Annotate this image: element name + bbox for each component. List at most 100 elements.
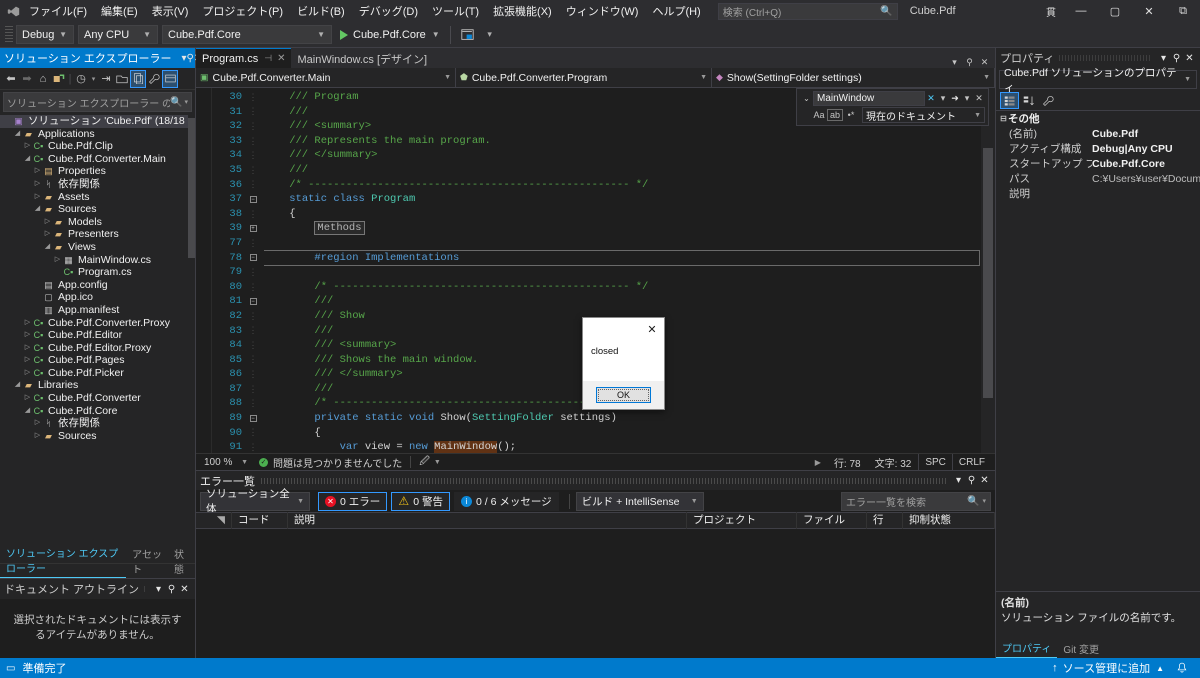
messages-filter-button[interactable]: i 0 / 6 メッセージ xyxy=(454,491,559,511)
collapse-region-icon[interactable]: − xyxy=(249,298,257,306)
tree-item[interactable]: ◢ ▰ Views xyxy=(0,241,195,254)
tree-item[interactable]: ▷ C▪ Cube.Pdf.Pages xyxy=(0,354,195,367)
property-value[interactable]: Cube.Pdf xyxy=(1092,128,1200,140)
find-input[interactable]: MainWindow xyxy=(813,90,925,106)
column-header-suppression[interactable]: 抑制状態 xyxy=(903,512,995,529)
property-value[interactable]: C:¥Users¥user¥Documents xyxy=(1092,173,1200,185)
collapse-all-icon[interactable]: ⇥ xyxy=(98,70,114,88)
column-header-sort-icon[interactable]: ◥ xyxy=(196,512,232,529)
outlining-margin[interactable]: ⋮⋮⋮⋮⋮⋮⋮−⋮+⋮−⋮⋮−⋮⋮⋮⋮⋮⋮⋮−⋮⋮⋮⋮⋮⋮⋮⋮⋮−⋮⋮⋮⋮⋮⋮⋮… xyxy=(246,88,260,453)
error-list-search-input[interactable]: エラー一覧を検索 🔍 ▾ xyxy=(841,491,991,511)
drag-dots[interactable] xyxy=(144,586,147,592)
pin-icon[interactable]: ⚲ xyxy=(962,57,977,68)
tree-item[interactable]: ▷ C▪ Cube.Pdf.Editor xyxy=(0,329,195,342)
expand-icon[interactable]: ▷ xyxy=(53,254,62,267)
navbar-member-combo[interactable]: ◆ Show(SettingFolder settings) ▼ xyxy=(712,67,995,88)
ok-button[interactable]: OK xyxy=(596,387,651,403)
collapse-icon[interactable]: ⊟ xyxy=(999,114,1008,123)
tree-item[interactable]: ▷ ▤ Properties xyxy=(0,165,195,178)
code-line[interactable]: /// xyxy=(264,294,981,309)
expand-icon[interactable]: ▷ xyxy=(33,191,42,204)
drag-dots[interactable] xyxy=(1059,55,1152,61)
expand-icon[interactable]: ▷ xyxy=(23,329,32,342)
tree-item[interactable]: ▷ C▪ Cube.Pdf.Converter xyxy=(0,392,195,405)
close-icon[interactable]: ✕ xyxy=(978,475,991,486)
code-line[interactable]: { xyxy=(264,207,981,222)
tree-item[interactable]: ▤ App.config xyxy=(0,279,195,292)
solution-explorer-search-input[interactable]: ソリューション エクスプローラー の検索 (Ctrl+;) 🔍 ▾ xyxy=(3,92,192,112)
tree-item[interactable]: ◢ C▪ Cube.Pdf.Converter.Main xyxy=(0,153,195,166)
collapse-icon[interactable]: ◢ xyxy=(23,405,32,418)
pin-icon[interactable]: ⚲ xyxy=(965,475,978,486)
close-icon[interactable]: ✕ xyxy=(277,53,285,64)
expand-icon[interactable]: ▷ xyxy=(23,140,32,153)
tree-item[interactable]: C▪ Program.cs xyxy=(0,266,195,279)
find-next-icon[interactable]: ➜ xyxy=(949,93,961,104)
code-line[interactable]: /// Represents the main program. xyxy=(264,134,981,149)
tree-item[interactable]: ▷ ▰ Sources xyxy=(0,430,195,443)
expand-icon[interactable]: ▷ xyxy=(33,165,42,178)
chevron-down-icon[interactable]: ▾ xyxy=(952,475,965,486)
show-all-files-icon[interactable] xyxy=(114,70,130,88)
chevron-down-icon[interactable]: ▾ xyxy=(1157,53,1170,64)
chevron-down-icon[interactable]: ▾ xyxy=(947,57,962,68)
tree-item[interactable]: ◢ ▰ Libraries xyxy=(0,379,195,392)
code-line[interactable]: /* -------------------------------------… xyxy=(264,178,981,193)
collapse-icon[interactable]: ◢ xyxy=(33,203,42,216)
dock-tab-properties[interactable]: プロパティ xyxy=(996,642,1058,658)
errors-filter-button[interactable]: ✕ 0 エラー xyxy=(318,491,388,511)
toolbar-grip[interactable] xyxy=(5,25,13,44)
ime-indicator[interactable]: 貫 xyxy=(1038,0,1064,22)
properties-grid[interactable]: ⊟ その他 (名前) Cube.Pdf アクティブ構成 Debug|Any CPU スタ… xyxy=(996,111,1200,591)
notifications-button[interactable] xyxy=(1170,662,1194,674)
error-list-body[interactable] xyxy=(196,529,995,658)
pin-icon[interactable]: ⚲ xyxy=(1170,53,1183,64)
platform-combo[interactable]: Any CPU ▼ xyxy=(78,25,158,44)
tree-item[interactable]: ▷ ▰ Presenters xyxy=(0,228,195,241)
expand-icon[interactable]: ▷ xyxy=(23,354,32,367)
global-search-box[interactable]: 検索 (Ctrl+Q) 🔍 xyxy=(717,2,898,20)
chevron-down-icon[interactable]: ▾ xyxy=(152,584,165,595)
code-line[interactable]: static class Program xyxy=(264,192,981,207)
column-header-code[interactable]: コード xyxy=(232,512,288,529)
navbar-type-combo[interactable]: ⬟ Cube.Pdf.Converter.Program ▼ xyxy=(456,67,712,88)
expand-icon[interactable]: ▷ xyxy=(23,392,32,405)
wrench-icon[interactable] xyxy=(146,70,162,88)
collapse-icon[interactable]: ◢ xyxy=(13,379,22,392)
solution-explorer-view-icon[interactable] xyxy=(162,69,178,88)
property-row[interactable]: (名前) Cube.Pdf xyxy=(996,126,1200,141)
use-regex-icon[interactable]: •* xyxy=(843,110,859,120)
menu-edit[interactable]: 編集(E) xyxy=(94,1,145,21)
code-line[interactable] xyxy=(264,265,981,280)
error-scope-combo[interactable]: ソリューション全体 ▼ xyxy=(200,488,310,515)
quick-find-widget[interactable]: ⌄ MainWindow ✕ ▾ ➜ ▾ ✕ Aa ab •* 現在のドキュメン… xyxy=(796,88,989,126)
categorized-icon[interactable] xyxy=(1000,92,1019,109)
close-icon[interactable]: ✕ xyxy=(973,93,985,104)
property-pages-icon[interactable] xyxy=(1038,92,1057,109)
line-ending-indicator[interactable]: CRLF xyxy=(951,453,991,471)
outlining-cell[interactable]: ⋮ xyxy=(246,396,260,411)
configuration-combo[interactable]: Debug ▼ xyxy=(16,25,74,44)
chevron-down-icon[interactable]: ▾ xyxy=(937,93,949,104)
property-row[interactable]: 説明 xyxy=(996,186,1200,201)
collapse-icon[interactable]: ◢ xyxy=(43,241,52,254)
collapse-region-icon[interactable]: − xyxy=(249,195,257,203)
tab-mainwindow-design[interactable]: MainWindow.cs [デザイン] xyxy=(291,48,434,68)
message-box-dialog[interactable]: ✕ closed OK xyxy=(582,317,665,410)
outlining-cell[interactable]: ⋮ xyxy=(246,440,260,453)
build-filter-combo[interactable]: ビルド + IntelliSense ▼ xyxy=(575,491,704,511)
outlining-cell[interactable]: ⋮ xyxy=(246,207,260,222)
chevron-down-icon[interactable]: ▼ xyxy=(432,30,440,39)
tree-item[interactable]: ▢ App.ico xyxy=(0,291,195,304)
collapse-icon[interactable]: ◢ xyxy=(23,153,32,166)
outlining-cell[interactable]: − xyxy=(246,411,260,426)
expand-icon[interactable]: ▷ xyxy=(33,430,42,443)
outlining-cell[interactable]: ⋮ xyxy=(246,280,260,295)
collapse-region-icon[interactable]: − xyxy=(249,414,257,422)
chevron-down-icon[interactable]: ⌄ xyxy=(800,94,813,103)
close-icon[interactable]: ✕ xyxy=(643,320,661,338)
outlining-cell[interactable]: ⋮ xyxy=(246,426,260,441)
startup-project-combo[interactable]: Cube.Pdf.Core ▼ xyxy=(162,25,332,44)
menu-window[interactable]: ウィンドウ(W) xyxy=(559,1,646,21)
editor-vertical-scrollbar[interactable] xyxy=(981,88,995,453)
